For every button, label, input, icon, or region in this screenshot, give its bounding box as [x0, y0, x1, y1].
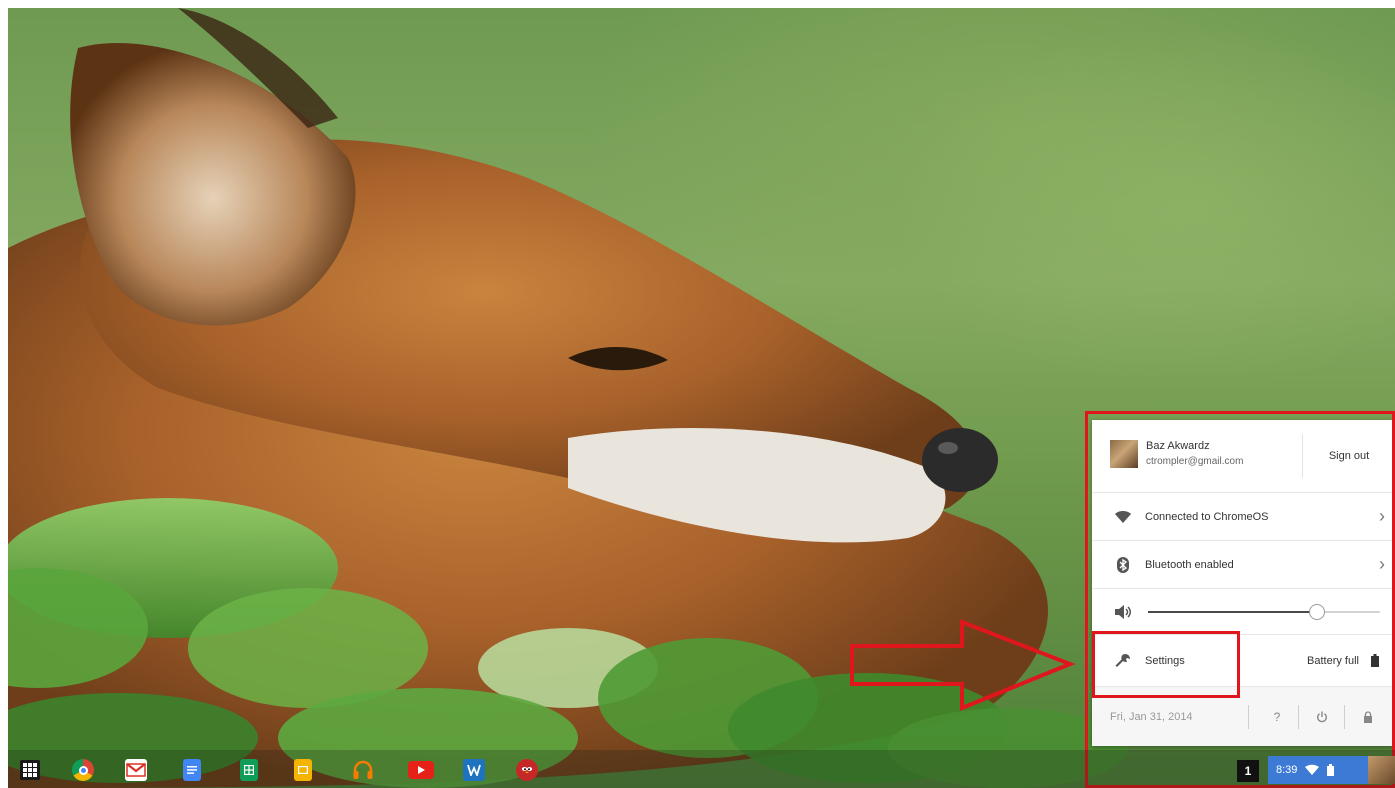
power-button[interactable]: [1310, 705, 1334, 729]
youtube-icon[interactable]: [408, 761, 434, 779]
app-launcher-button[interactable]: [20, 760, 40, 780]
blue-app-icon[interactable]: [463, 759, 485, 781]
wifi-icon: [1305, 764, 1320, 775]
user-row: Baz Akwardz ctrompler@gmail.com Sign out: [1092, 420, 1395, 492]
divider: [1298, 705, 1299, 729]
gmail-icon[interactable]: [125, 759, 147, 781]
speaker-icon[interactable]: [1114, 603, 1132, 621]
user-name: Baz Akwardz: [1146, 440, 1210, 452]
chevron-right-icon: ›: [1379, 506, 1385, 526]
chrome-icon[interactable]: [72, 759, 94, 781]
system-tray-menu: Baz Akwardz ctrompler@gmail.com Sign out…: [1092, 420, 1395, 746]
battery-icon: [1371, 654, 1379, 667]
status-area[interactable]: 8:39: [1268, 756, 1368, 784]
network-row[interactable]: Connected to ChromeOS ›: [1092, 492, 1395, 540]
divider: [1344, 705, 1345, 729]
power-icon: [1317, 711, 1327, 723]
shelf: [8, 750, 1395, 788]
angry-birds-icon[interactable]: [516, 759, 538, 781]
chevron-right-icon: ›: [1379, 554, 1385, 574]
bluetooth-icon: [1114, 556, 1132, 574]
settings-button[interactable]: Settings: [1145, 655, 1185, 667]
network-label: Connected to ChromeOS: [1145, 510, 1269, 523]
bluetooth-row[interactable]: Bluetooth enabled ›: [1092, 540, 1395, 588]
lock-icon: [1364, 711, 1372, 723]
bluetooth-label: Bluetooth enabled: [1145, 558, 1234, 571]
footer-row: Fri, Jan 31, 2014 ?: [1092, 686, 1395, 746]
sign-out-button[interactable]: Sign out: [1303, 434, 1395, 478]
sheets-icon[interactable]: [240, 759, 258, 781]
volume-row: [1092, 588, 1395, 634]
battery-icon: [1327, 764, 1335, 776]
docs-icon[interactable]: [183, 759, 201, 781]
divider: [1248, 705, 1249, 729]
headphones-icon[interactable]: [352, 759, 374, 781]
user-avatar[interactable]: [1368, 756, 1395, 784]
workspace-badge[interactable]: 1: [1237, 760, 1259, 782]
wrench-icon: [1114, 652, 1132, 670]
volume-slider-fill: [1148, 611, 1318, 613]
user-avatar: [1110, 440, 1138, 468]
user-email: ctrompler@gmail.com: [1146, 456, 1244, 467]
slides-icon[interactable]: [294, 759, 312, 781]
help-button[interactable]: ?: [1265, 705, 1289, 729]
clock: 8:39: [1276, 764, 1298, 776]
wifi-icon: [1114, 508, 1132, 526]
date-label: Fri, Jan 31, 2014: [1110, 710, 1193, 723]
settings-row: Settings Battery full: [1092, 634, 1395, 686]
volume-slider-thumb[interactable]: [1309, 604, 1326, 620]
battery-status: Battery full: [1307, 654, 1359, 667]
volume-slider[interactable]: [1148, 604, 1380, 620]
lock-button[interactable]: [1356, 705, 1380, 729]
